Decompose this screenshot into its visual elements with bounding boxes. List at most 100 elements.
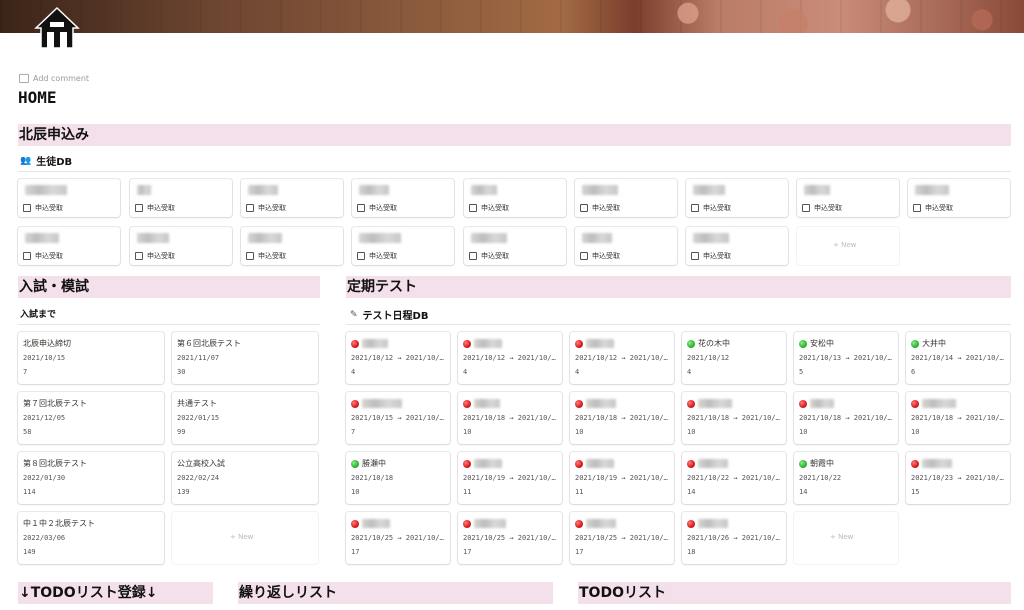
checkbox-square[interactable] (580, 252, 588, 260)
test-schedule-card[interactable]: 2021/10/18 → 2021/10/… 10 (570, 392, 674, 444)
test-date-range: 2021/10/19 → 2021/10/… (463, 474, 556, 482)
exam-card[interactable]: 共通テスト 2022/01/15 99 (172, 392, 318, 444)
red-circle-icon (799, 400, 807, 408)
student-card[interactable]: 申込受取 (464, 179, 566, 217)
red-circle-icon (575, 400, 583, 408)
checkbox-square[interactable] (691, 204, 699, 212)
test-date-range: 2021/10/13 → 2021/10/… (799, 354, 892, 362)
red-circle-icon (575, 340, 583, 348)
application-received-checkbox[interactable]: 申込受取 (357, 203, 397, 213)
student-card[interactable]: 申込受取 (575, 179, 677, 217)
student-name-redacted (137, 185, 151, 195)
exam-card[interactable]: 中１中２北辰テスト 2022/03/06 149 (18, 512, 164, 564)
student-name-redacted (248, 185, 278, 195)
exam-card[interactable]: 第７回北辰テスト 2021/12/05 58 (18, 392, 164, 444)
checkbox-square[interactable] (357, 252, 365, 260)
checkbox-square[interactable] (469, 252, 477, 260)
student-card[interactable]: 申込受取 (352, 179, 454, 217)
test-schedule-card[interactable]: 2021/10/25 → 2021/10/… 17 (458, 512, 562, 564)
student-card[interactable]: 申込受取 (797, 179, 899, 217)
student-card[interactable]: 申込受取 (241, 179, 343, 217)
new-card-button[interactable]: + New (794, 512, 898, 564)
test-schedule-card[interactable]: 2021/10/19 → 2021/10/… 11 (458, 452, 562, 504)
checkbox-square[interactable] (135, 204, 143, 212)
checkbox-square[interactable] (246, 204, 254, 212)
student-name-redacted (137, 233, 169, 243)
school-name-redacted (586, 339, 614, 348)
test-schedule-db-title[interactable]: ✎ テスト日程DB (350, 307, 428, 323)
test-schedule-card[interactable]: 安松中 2021/10/13 → 2021/10/… 5 (794, 332, 898, 384)
test-schedule-card[interactable]: 2021/10/18 → 2021/10/… 10 (906, 392, 1010, 444)
student-card[interactable]: 申込受取 (352, 227, 454, 265)
student-card[interactable]: 申込受取 (686, 227, 788, 265)
exam-card[interactable]: 北辰申込締切 2021/10/15 7 (18, 332, 164, 384)
test-date-range: 2021/10/12 → 2021/10/… (575, 354, 668, 362)
application-received-checkbox[interactable]: 申込受取 (246, 251, 286, 261)
student-db-title[interactable]: 👥 生徒DB (20, 153, 72, 169)
exam-card[interactable]: 第６回北辰テスト 2021/11/07 30 (172, 332, 318, 384)
days-until: 4 (687, 368, 692, 376)
test-schedule-card[interactable]: 2021/10/18 → 2021/10/… 10 (458, 392, 562, 444)
application-received-checkbox[interactable]: 申込受取 (23, 203, 63, 213)
new-card-button[interactable]: + New (172, 512, 318, 564)
test-schedule-card[interactable]: 2021/10/18 → 2021/10/… 10 (682, 392, 786, 444)
student-card[interactable]: 申込受取 (18, 179, 120, 217)
school-name: 安松中 (810, 339, 834, 348)
application-received-checkbox[interactable]: 申込受取 (691, 203, 731, 213)
application-received-checkbox[interactable]: 申込受取 (469, 203, 509, 213)
section-heading-exams: 入試・模試 (18, 276, 320, 298)
checkbox-square[interactable] (913, 204, 921, 212)
student-card[interactable]: 申込受取 (686, 179, 788, 217)
student-card[interactable]: 申込受取 (130, 227, 232, 265)
exam-card[interactable]: 第８回北辰テスト 2022/01/30 114 (18, 452, 164, 504)
application-received-checkbox[interactable]: 申込受取 (802, 203, 842, 213)
application-received-checkbox[interactable]: 申込受取 (913, 203, 953, 213)
test-schedule-card[interactable]: 2021/10/23 → 2021/10/… 15 (906, 452, 1010, 504)
checkbox-label: 申込受取 (481, 204, 509, 212)
test-schedule-card[interactable]: 勝瀬中 2021/10/18 10 (346, 452, 450, 504)
checkbox-square[interactable] (357, 204, 365, 212)
test-schedule-card[interactable]: 2021/10/25 → 2021/10/… 17 (570, 512, 674, 564)
test-schedule-card[interactable]: 2021/10/15 → 2021/10/… 7 (346, 392, 450, 444)
application-received-checkbox[interactable]: 申込受取 (580, 203, 620, 213)
green-circle-icon (799, 340, 807, 348)
exam-card[interactable]: 公立高校入試 2022/02/24 139 (172, 452, 318, 504)
checkbox-square[interactable] (469, 204, 477, 212)
application-received-checkbox[interactable]: 申込受取 (357, 251, 397, 261)
application-received-checkbox[interactable]: 申込受取 (469, 251, 509, 261)
checkbox-square[interactable] (135, 252, 143, 260)
test-schedule-card[interactable]: 大井中 2021/10/14 → 2021/10/… 6 (906, 332, 1010, 384)
student-card[interactable]: 申込受取 (908, 179, 1010, 217)
student-card[interactable]: 申込受取 (464, 227, 566, 265)
checkbox-square[interactable] (580, 204, 588, 212)
test-schedule-card[interactable]: 朝霞中 2021/10/22 14 (794, 452, 898, 504)
student-card[interactable]: 申込受取 (18, 227, 120, 265)
checkbox-square[interactable] (23, 204, 31, 212)
checkbox-square[interactable] (802, 204, 810, 212)
add-comment-button[interactable]: Add comment (19, 74, 89, 83)
checkbox-square[interactable] (246, 252, 254, 260)
test-schedule-card[interactable]: 2021/10/12 → 2021/10/… 4 (458, 332, 562, 384)
test-schedule-card[interactable]: 2021/10/12 → 2021/10/… 4 (570, 332, 674, 384)
days-until: 114 (23, 488, 36, 496)
test-schedule-card[interactable]: 2021/10/12 → 2021/10/… 4 (346, 332, 450, 384)
application-received-checkbox[interactable]: 申込受取 (691, 251, 731, 261)
test-schedule-card[interactable]: 2021/10/19 → 2021/10/… 11 (570, 452, 674, 504)
new-card-button[interactable]: + New (797, 227, 899, 265)
checkbox-square[interactable] (691, 252, 699, 260)
application-received-checkbox[interactable]: 申込受取 (135, 251, 175, 261)
student-card[interactable]: 申込受取 (575, 227, 677, 265)
test-schedule-card[interactable]: 2021/10/26 → 2021/10/… 18 (682, 512, 786, 564)
application-received-checkbox[interactable]: 申込受取 (246, 203, 286, 213)
application-received-checkbox[interactable]: 申込受取 (580, 251, 620, 261)
student-card[interactable]: 申込受取 (241, 227, 343, 265)
checkbox-square[interactable] (23, 252, 31, 260)
red-circle-icon (687, 460, 695, 468)
test-schedule-card[interactable]: 2021/10/22 → 2021/10/… 14 (682, 452, 786, 504)
test-schedule-card[interactable]: 2021/10/25 → 2021/10/… 17 (346, 512, 450, 564)
application-received-checkbox[interactable]: 申込受取 (23, 251, 63, 261)
student-card[interactable]: 申込受取 (130, 179, 232, 217)
test-schedule-card[interactable]: 2021/10/18 → 2021/10/… 10 (794, 392, 898, 444)
test-schedule-card[interactable]: 花の木中 2021/10/12 4 (682, 332, 786, 384)
application-received-checkbox[interactable]: 申込受取 (135, 203, 175, 213)
